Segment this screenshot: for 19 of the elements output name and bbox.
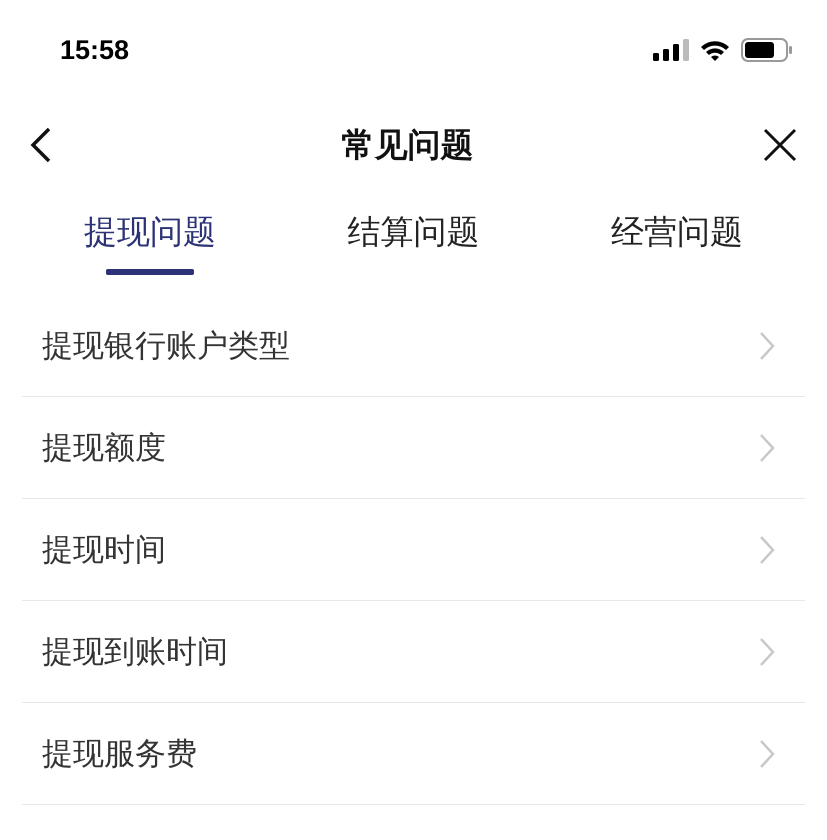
faq-item[interactable]: 提现银行账户类型 (22, 295, 805, 397)
chevron-icon (759, 330, 775, 360)
close-icon[interactable] (763, 128, 797, 162)
status-time: 15:58 (60, 34, 130, 66)
chevron-icon (759, 432, 775, 462)
signal-icon (653, 39, 689, 61)
page-title: 常见问题 (342, 124, 474, 166)
chevron-icon (759, 534, 775, 564)
faq-item[interactable]: 提现时间 (22, 499, 805, 601)
chevron-icon (759, 636, 775, 666)
back-icon[interactable] (30, 127, 52, 163)
tab[interactable]: 提现问题 (18, 196, 282, 275)
faq-item[interactable]: 提现额度 (22, 397, 805, 499)
faq-item[interactable]: 提现服务费 (22, 703, 805, 805)
tab[interactable]: 经营问题 (545, 196, 809, 275)
faq-item[interactable]: 提现到账时间 (22, 601, 805, 703)
battery-icon (741, 38, 793, 62)
chevron-icon (759, 738, 775, 768)
tab[interactable]: 结算问题 (282, 196, 546, 275)
